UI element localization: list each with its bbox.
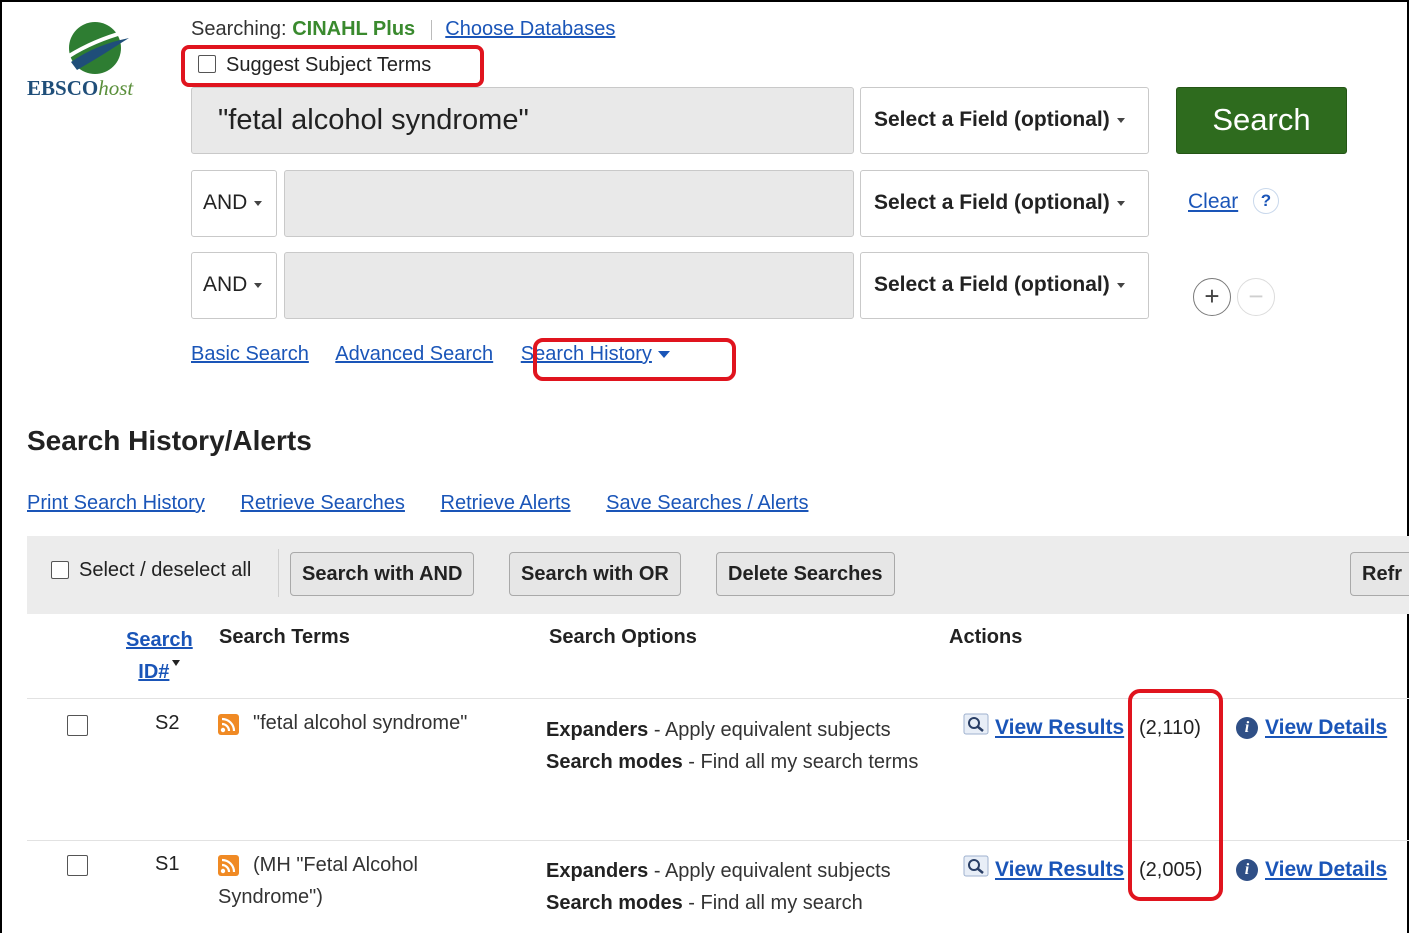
magnifier-icon[interactable] — [963, 713, 989, 735]
search-with-and-button[interactable]: Search with AND — [290, 552, 475, 596]
basic-search-link[interactable]: Basic Search — [191, 343, 309, 365]
search-id-sort-link[interactable]: Search — [126, 629, 193, 651]
minus-icon[interactable]: − — [1237, 278, 1275, 316]
suggest-terms-checkbox[interactable] — [198, 54, 216, 73]
toolbar-divider — [278, 549, 279, 597]
info-icon[interactable]: i — [1236, 717, 1258, 739]
expanders-value: - Apply equivalent subjects — [653, 860, 891, 882]
search-input-1[interactable]: "fetal alcohol syndrome" — [191, 87, 854, 154]
advanced-search-link[interactable]: Advanced Search — [335, 343, 493, 365]
row-id: S2 — [155, 712, 180, 734]
view-details-link[interactable]: View Details — [1265, 716, 1387, 740]
select-all[interactable]: Select / deselect all — [51, 559, 251, 582]
field-select-1[interactable]: Select a Field (optional) — [860, 87, 1149, 154]
view-results-link[interactable]: View Results — [995, 716, 1127, 740]
view-results-link[interactable]: View Results — [995, 858, 1127, 882]
highlight-box-history — [533, 338, 736, 381]
view-details-link[interactable]: View Details — [1265, 858, 1387, 882]
search-modes-value: - Find all my search — [688, 892, 863, 914]
search-modes-label: Search modes — [546, 892, 683, 914]
chevron-down-icon — [1116, 200, 1125, 206]
row-checkbox[interactable] — [67, 855, 88, 876]
boolean-select-2[interactable]: AND — [191, 170, 277, 237]
choose-databases-link[interactable]: Choose Databases — [445, 18, 615, 40]
search-modes-value: - Find all my search terms — [688, 751, 919, 773]
select-all-label: Select / deselect all — [79, 559, 252, 581]
chevron-down-icon — [1116, 282, 1125, 288]
info-icon[interactable]: i — [1236, 859, 1258, 881]
search-button[interactable]: Search — [1176, 87, 1347, 154]
boolean-select-3[interactable]: AND — [191, 252, 277, 319]
chevron-down-icon — [254, 282, 263, 288]
save-searches-alerts-link[interactable]: Save Searches / Alerts — [606, 492, 808, 514]
search-modes-label: Search modes — [546, 751, 683, 773]
row-search-terms: "fetal alcohol syndrome" — [253, 712, 468, 734]
suggest-terms-label: Suggest Subject Terms — [226, 54, 432, 76]
chevron-down-icon — [254, 200, 263, 206]
help-icon[interactable]: ? — [1253, 188, 1279, 214]
row-checkbox[interactable] — [67, 715, 88, 736]
delete-searches-button[interactable]: Delete Searches — [716, 552, 895, 596]
search-with-or-button[interactable]: Search with OR — [509, 552, 681, 596]
column-actions: Actions — [949, 626, 1023, 648]
sort-desc-icon — [172, 660, 181, 666]
chevron-down-icon — [1116, 117, 1125, 123]
logo-text: EBSCOhost — [27, 76, 134, 100]
search-input-2[interactable] — [284, 170, 854, 237]
row-search-options: Expanders - Apply equivalent subjects Se… — [546, 714, 926, 778]
suggest-subject-terms[interactable]: Suggest Subject Terms — [198, 54, 431, 77]
section-title: Search History/Alerts — [27, 425, 312, 456]
column-search-terms: Search Terms — [219, 626, 350, 648]
searching-line: Searching: CINAHL Plus Choose Databases — [191, 18, 615, 41]
refresh-button[interactable]: Refr — [1350, 552, 1409, 596]
row-search-terms: (MH "Fetal Alcohol Syndrome") — [218, 854, 418, 908]
magnifier-icon[interactable] — [963, 855, 989, 877]
search-input-3[interactable] — [284, 252, 854, 319]
expanders-label: Expanders — [546, 719, 649, 741]
search-id-sort-link-2[interactable]: ID# — [138, 661, 169, 683]
row-search-options: Expanders - Apply equivalent subjects Se… — [546, 855, 926, 919]
plus-icon[interactable]: + — [1193, 278, 1231, 316]
row-id: S1 — [155, 853, 180, 875]
history-links: Print Search History Retrieve Searches R… — [27, 492, 838, 515]
field-select-2[interactable]: Select a Field (optional) — [860, 170, 1149, 237]
highlight-box-counts — [1128, 689, 1223, 901]
field-select-3[interactable]: Select a Field (optional) — [860, 252, 1149, 319]
retrieve-alerts-link[interactable]: Retrieve Alerts — [441, 492, 571, 514]
retrieve-searches-link[interactable]: Retrieve Searches — [240, 492, 405, 514]
history-toolbar: Select / deselect all Search with AND Se… — [27, 536, 1409, 614]
column-search-id[interactable]: Search ID# — [126, 624, 193, 688]
searching-label: Searching: — [191, 18, 287, 40]
select-all-checkbox[interactable] — [51, 560, 69, 579]
column-search-options: Search Options — [549, 626, 697, 648]
clear-link[interactable]: Clear — [1188, 190, 1238, 214]
database-name: CINAHL Plus — [292, 18, 416, 40]
expanders-label: Expanders — [546, 860, 649, 882]
print-search-history-link[interactable]: Print Search History — [27, 492, 205, 514]
separator — [430, 19, 432, 40]
expanders-value: - Apply equivalent subjects — [653, 719, 891, 741]
